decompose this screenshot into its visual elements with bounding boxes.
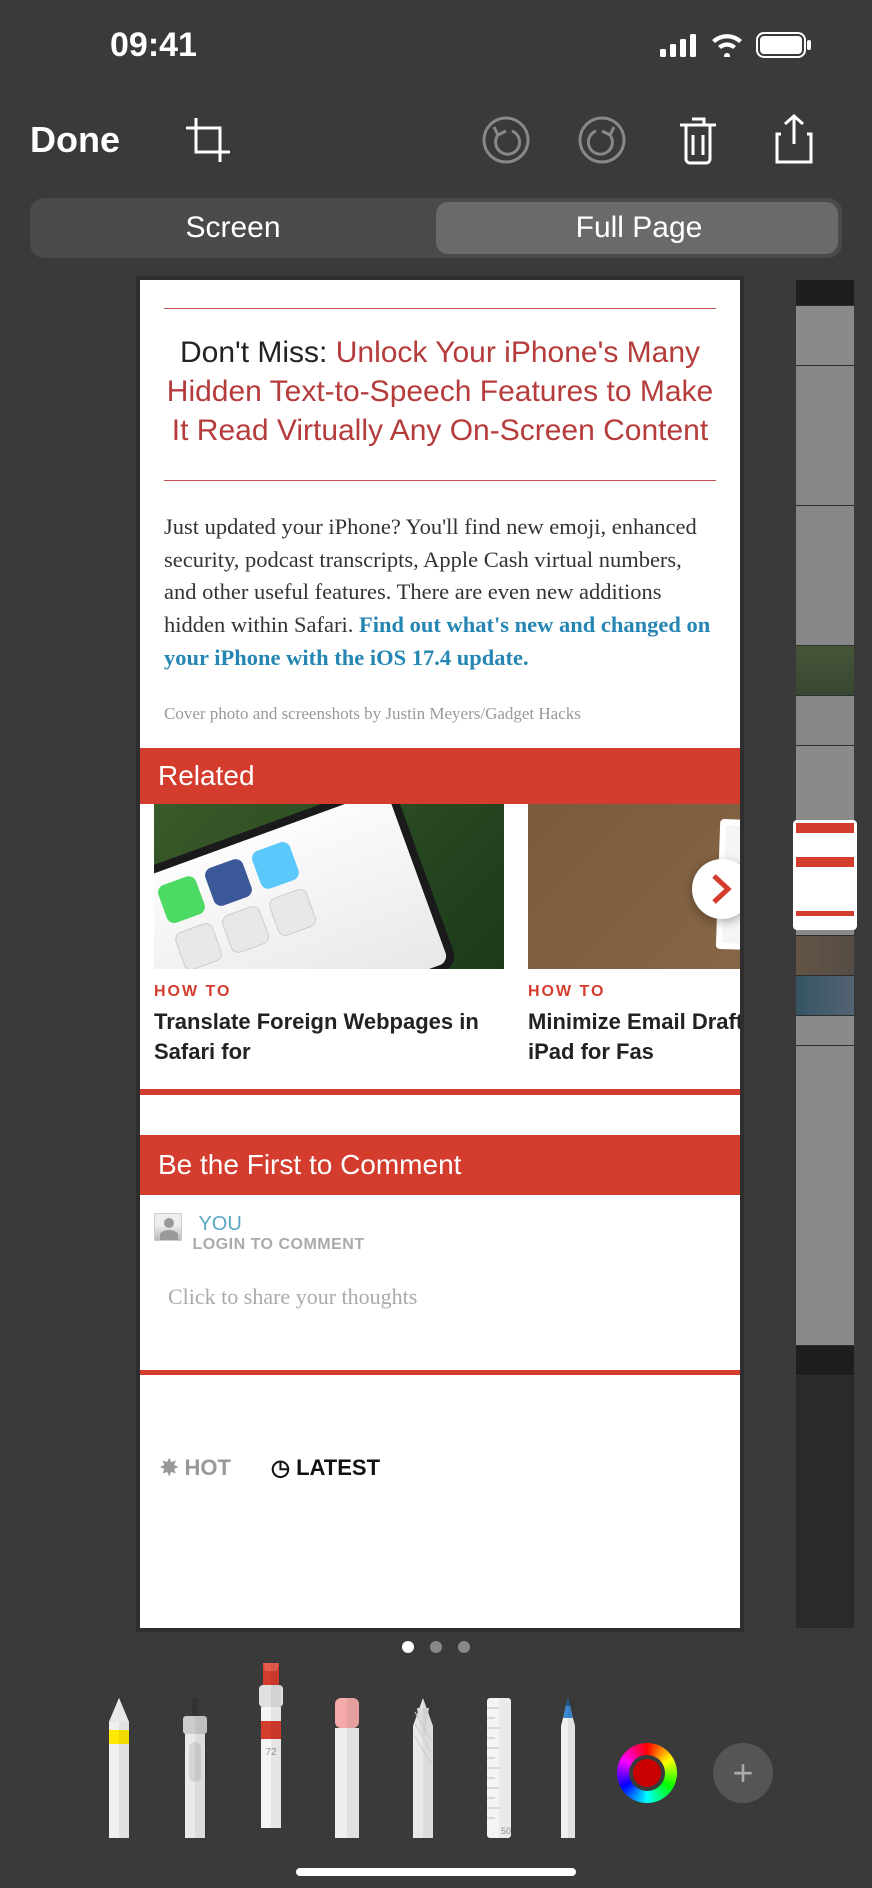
avatar-icon [154,1213,182,1241]
page-indicator [0,1641,872,1653]
card-title: Minimize Email Drafts iPhone or iPad for… [528,1007,740,1066]
thumbnail-viewport[interactable] [793,820,857,930]
sort-hot[interactable]: ✸ HOT [160,1455,231,1481]
page-thumbnail-strip[interactable] [796,280,854,1628]
status-time: 09:41 [110,26,197,65]
editor-toolbar: Done [0,90,872,190]
screenshot-preview[interactable]: Don't Miss: Unlock Your iPhone's Many Hi… [140,280,740,1628]
share-button[interactable] [764,110,824,170]
card-thumbnail [154,804,504,969]
user-name: YOU [198,1213,241,1236]
markup-tool-tray: 72 50 + [0,1668,872,1868]
dont-miss-prefix: Don't Miss: [180,336,336,369]
wifi-icon [710,33,744,57]
article-body: Just updated your iPhone? You'll find ne… [164,511,716,674]
card-title: Translate Foreign Webpages in Safari for [154,1007,504,1066]
burst-icon: ✸ [160,1455,178,1481]
card-tag: HOW TO [528,983,740,1001]
related-card[interactable]: HOW TO Translate Foreign Webpages in Saf… [154,804,504,1066]
tab-full-page[interactable]: Full Page [436,198,842,258]
related-cards: HOW TO Translate Foreign Webpages in Saf… [140,804,740,1088]
done-button[interactable]: Done [30,119,120,161]
pen-tool[interactable] [99,1698,139,1828]
comment-input[interactable]: Click to share your thoughts [154,1284,726,1310]
undo-button[interactable] [476,110,536,170]
login-link[interactable]: LOGIN TO COMMENT [192,1236,364,1254]
current-color-swatch [629,1755,665,1791]
fine-pen-tool[interactable] [175,1698,215,1828]
eraser-tool[interactable] [327,1698,367,1828]
delete-button[interactable] [668,110,728,170]
add-button[interactable]: + [713,1743,773,1803]
dont-miss-heading: Don't Miss: Unlock Your iPhone's Many Hi… [164,333,716,450]
status-indicators [660,32,812,58]
ruler-tool[interactable]: 50 [479,1698,519,1828]
comment-form: YOU LOGIN TO COMMENT Click to share your… [140,1195,740,1350]
comments-header: Be the First to Comment [140,1135,740,1195]
related-card[interactable]: HOW TO Minimize Email Drafts iPhone or i… [528,804,740,1066]
clock-icon: ◷ [271,1455,290,1481]
pencil-tool[interactable] [555,1698,581,1828]
status-bar: 09:41 [0,0,872,90]
card-tag: HOW TO [154,983,504,1001]
crop-button[interactable] [178,110,238,170]
photo-credit: Cover photo and screenshots by Justin Me… [164,704,716,724]
page-dot[interactable] [402,1641,414,1653]
page-dot[interactable] [430,1641,442,1653]
marker-tool[interactable]: 72 [251,1663,291,1828]
plus-icon: + [732,1752,753,1794]
sort-latest[interactable]: ◷ LATEST [271,1455,380,1481]
signal-icon [660,33,698,57]
page-dot[interactable] [458,1641,470,1653]
related-header: Related [140,748,740,804]
redo-button[interactable] [572,110,632,170]
color-picker-button[interactable] [617,1743,677,1803]
battery-icon [756,32,812,58]
lasso-tool[interactable] [403,1698,443,1828]
home-indicator[interactable] [296,1868,576,1876]
tab-screen[interactable]: Screen [30,198,436,258]
sort-tabs: ✸ HOT ◷ LATEST [140,1425,740,1511]
view-mode-tabs: Screen Full Page [30,198,842,258]
